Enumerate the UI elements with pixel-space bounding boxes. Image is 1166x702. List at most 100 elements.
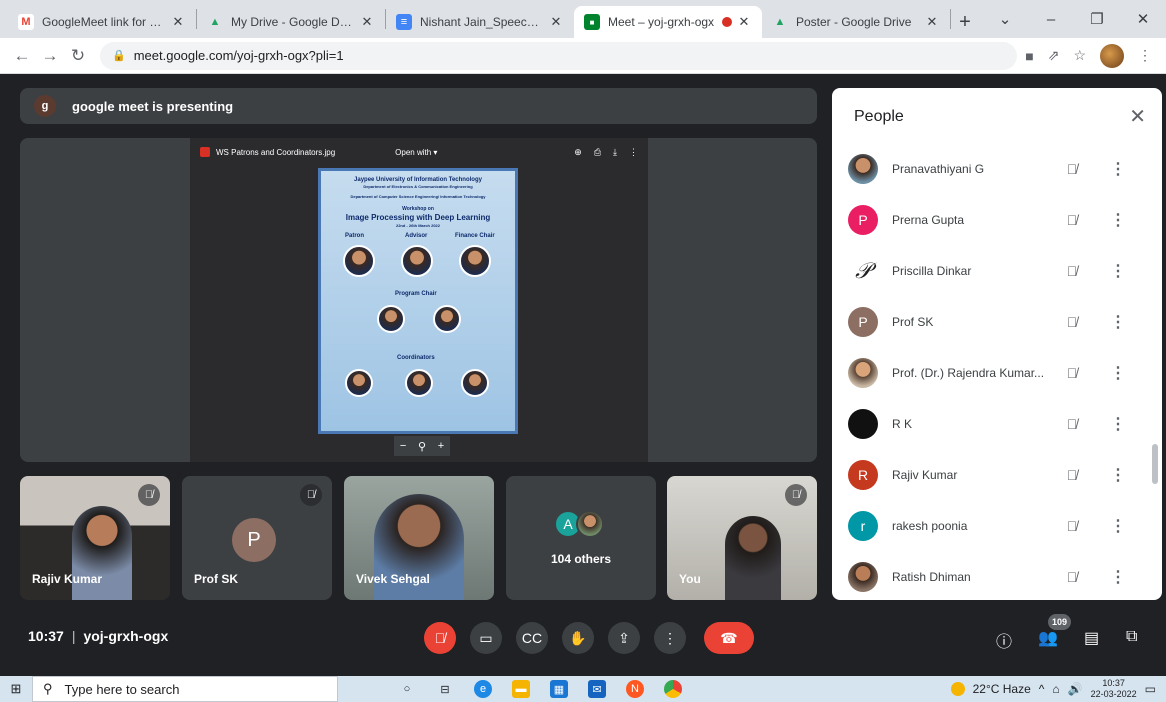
present-now-button[interactable]: ⇪ <box>608 622 640 654</box>
close-icon[interactable]: ✕ <box>359 14 375 30</box>
people-panel: People ✕ Pranavathiyani G 🎙̸ ⋮ P Prerna … <box>832 88 1162 600</box>
close-icon[interactable]: ✕ <box>548 14 564 30</box>
list-item[interactable]: R Rajiv Kumar 🎙̸ ⋮ <box>832 450 1152 500</box>
edge-icon[interactable]: e <box>474 680 492 698</box>
store-icon[interactable]: ▦ <box>550 680 568 698</box>
raise-hand-button[interactable]: ✋ <box>562 622 594 654</box>
print-icon[interactable]: ⎙ <box>594 147 601 158</box>
mic-off-icon[interactable]: 🎙̸ <box>1062 161 1082 177</box>
restore-button[interactable]: ❐ <box>1074 10 1120 28</box>
forward-icon[interactable]: → <box>36 46 64 66</box>
info-divider: | <box>71 628 76 644</box>
list-item[interactable]: r rakesh poonia 🎙̸ ⋮ <box>832 501 1152 551</box>
notifications-icon[interactable]: ▭ <box>1145 682 1156 696</box>
more-options-icon[interactable]: ⋮ <box>1110 363 1126 383</box>
participant-tile[interactable]: Vivek Sehgal <box>344 476 494 600</box>
more-options-icon[interactable]: ⋮ <box>629 147 638 158</box>
file-explorer-icon[interactable]: ▬ <box>512 680 530 698</box>
participant-tile[interactable]: 🎙̸ Rajiv Kumar <box>20 476 170 600</box>
zoom-in-button[interactable]: + <box>438 440 444 452</box>
cortana-icon[interactable]: ○ <box>398 680 416 698</box>
self-tile[interactable]: 🎙̸ You <box>667 476 817 600</box>
participant-name: Prerna Gupta <box>892 213 965 227</box>
close-icon[interactable]: ✕ <box>924 14 940 30</box>
mic-off-icon[interactable]: 🎙̸ <box>1062 314 1082 330</box>
back-icon[interactable]: ← <box>8 46 36 66</box>
tab-speech-doc[interactable]: ≡ Nishant Jain_Speech - Goo ✕ <box>386 6 574 38</box>
mic-off-icon[interactable]: 🎙̸ <box>1062 467 1082 483</box>
workshop-poster: Jaypee University of Information Technol… <box>318 168 518 434</box>
tab-meet[interactable]: ■ Meet – yoj-grxh-ogx ✕ <box>574 6 762 38</box>
mic-off-icon[interactable]: 🎙̸ <box>1062 518 1082 534</box>
download-icon[interactable]: ⤓ <box>613 147 617 158</box>
task-view-icon[interactable]: ⊟ <box>436 680 454 698</box>
meeting-details-icon[interactable]: ⓘ <box>996 628 1012 652</box>
app-icon[interactable]: N <box>626 680 644 698</box>
mic-off-icon[interactable]: 🎙̸ <box>1062 416 1082 432</box>
captions-button[interactable]: CC <box>516 622 548 654</box>
more-options-button[interactable]: ⋮ <box>654 622 686 654</box>
list-item[interactable]: Prof. (Dr.) Rajendra Kumar... 🎙̸ ⋮ <box>832 348 1152 398</box>
list-item[interactable]: R K 🎙̸ ⋮ <box>832 399 1152 449</box>
mic-off-icon[interactable]: 🎙̸ <box>1062 212 1082 228</box>
new-tab-button[interactable]: + <box>951 6 979 38</box>
people-list-scrollbar[interactable] <box>1152 444 1158 484</box>
mic-off-icon[interactable]: 🎙̸ <box>1062 569 1082 585</box>
more-options-icon[interactable]: ⋮ <box>1110 465 1126 485</box>
windows-start-icon[interactable]: ⊞ <box>0 681 32 697</box>
chrome-icon[interactable] <box>664 680 682 698</box>
presentation-stage: WS Patrons and Coordinators.jpg Open wit… <box>20 138 817 462</box>
more-options-icon[interactable]: ⋮ <box>1110 414 1126 434</box>
add-to-drive-icon[interactable]: ⊕ <box>574 147 582 158</box>
list-item[interactable]: P Prof SK 🎙̸ ⋮ <box>832 297 1152 347</box>
more-options-icon[interactable]: ⋮ <box>1110 312 1126 332</box>
mic-off-icon[interactable]: 🎙̸ <box>1062 263 1082 279</box>
mic-off-icon[interactable]: 🎙̸ <box>1062 365 1082 381</box>
more-options-icon[interactable]: ⋮ <box>1110 159 1126 179</box>
more-options-icon[interactable]: ⋮ <box>1110 210 1126 230</box>
more-options-icon[interactable]: ⋮ <box>1110 516 1126 536</box>
volume-icon[interactable]: 🔊 <box>1068 682 1083 696</box>
more-options-icon[interactable]: ⋮ <box>1110 261 1126 281</box>
tab-meet-link-doc[interactable]: M GoogleMeet link for WS on ✕ <box>8 6 196 38</box>
zoom-out-button[interactable]: − <box>400 440 406 452</box>
participant-name: Prof SK <box>892 315 934 329</box>
list-item[interactable]: 𝒫 Priscilla Dinkar 🎙̸ ⋮ <box>832 246 1152 296</box>
close-icon[interactable]: ✕ <box>736 14 752 30</box>
close-panel-button[interactable]: ✕ <box>1129 104 1146 129</box>
others-tile[interactable]: A 104 others <box>506 476 656 600</box>
tab-search-icon[interactable]: ⌄ <box>982 10 1028 28</box>
taskbar-search-box[interactable]: ⚲ Type here to search <box>32 676 338 702</box>
chat-icon[interactable]: ▤ <box>1084 628 1099 648</box>
open-with-button[interactable]: Open with ▾ <box>395 148 437 157</box>
camera-toggle-button[interactable]: ▭ <box>470 622 502 654</box>
weather-text[interactable]: 22°C Haze <box>973 682 1031 696</box>
camera-indicator-icon[interactable]: ■ <box>1025 48 1033 64</box>
list-item[interactable]: Pranavathiyani G 🎙̸ ⋮ <box>832 144 1152 194</box>
activities-icon[interactable]: ⧉ <box>1126 628 1137 646</box>
browser-menu-icon[interactable]: ⋮ <box>1138 47 1152 64</box>
close-icon[interactable]: ✕ <box>170 14 186 30</box>
minimize-button[interactable]: – <box>1028 11 1074 28</box>
list-item[interactable]: Ratish Dhiman 🎙̸ ⋮ <box>832 552 1152 600</box>
taskbar-clock[interactable]: 10:37 22-03-2022 <box>1091 678 1137 700</box>
close-window-button[interactable]: ✕ <box>1120 10 1166 28</box>
network-icon[interactable]: ⌂ <box>1052 682 1059 696</box>
participant-tile[interactable]: 🎙̸ P Prof SK <box>182 476 332 600</box>
profile-avatar[interactable] <box>1100 43 1124 68</box>
tray-overflow-icon[interactable]: ^ <box>1039 682 1045 696</box>
leave-call-button[interactable]: ☎ <box>704 622 754 654</box>
people-icon[interactable]: 👥 <box>1038 628 1058 648</box>
bookmark-star-icon[interactable]: ☆ <box>1073 47 1086 64</box>
tab-poster-drive[interactable]: ▲ Poster - Google Drive ✕ <box>762 6 950 38</box>
reload-icon[interactable]: ↻ <box>64 46 92 66</box>
share-icon[interactable]: ⇗ <box>1048 47 1060 64</box>
address-bar[interactable]: 🔒 meet.google.com/yoj-grxh-ogx?pli=1 <box>100 41 1018 70</box>
tab-my-drive[interactable]: ▲ My Drive - Google Drive ✕ <box>197 6 385 38</box>
list-item[interactable]: P Prerna Gupta 🎙̸ ⋮ <box>832 195 1152 245</box>
more-options-icon[interactable]: ⋮ <box>1110 567 1126 587</box>
tab-title: Nishant Jain_Speech - Goo <box>420 15 544 29</box>
recording-indicator-icon <box>722 17 732 27</box>
mic-toggle-button[interactable]: 🎙̸ <box>424 622 456 654</box>
mail-icon[interactable]: ✉ <box>588 680 606 698</box>
